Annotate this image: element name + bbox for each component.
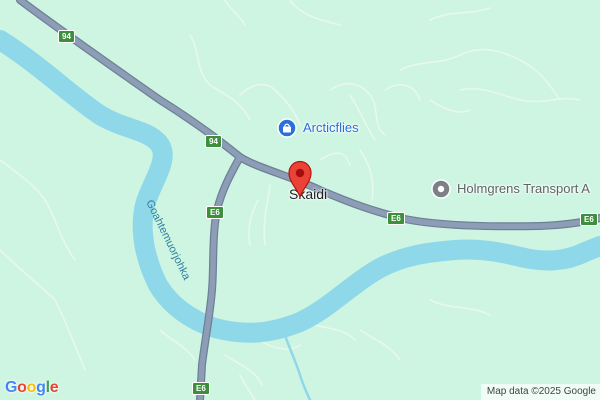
logo-letter: g: [36, 379, 46, 396]
road-shield-e6: E6: [580, 213, 598, 226]
poi-label-holmgrens-transport[interactable]: Holmgrens Transport A: [457, 181, 590, 196]
location-pin-icon[interactable]: [287, 160, 313, 200]
road-shield-94: 94: [58, 30, 75, 43]
logo-letter: o: [17, 379, 27, 396]
logo-letter: e: [49, 379, 59, 396]
logo-letter: G: [5, 379, 18, 396]
shopping-bag-icon[interactable]: [277, 118, 297, 138]
logo-letter: o: [26, 379, 37, 396]
road-shield-e6: E6: [206, 206, 224, 219]
google-logo[interactable]: Google: [5, 379, 59, 397]
road-shield-e6: E6: [387, 212, 405, 225]
road-shield-e6: E6: [192, 382, 210, 395]
map-canvas[interactable]: Goahtemuorjohka 94 94 E6 E6 E6 E6 Arctic…: [0, 0, 600, 400]
poi-label-arcticflies[interactable]: Arcticflies: [303, 120, 359, 135]
poi-dot-icon[interactable]: [431, 179, 451, 199]
road-shield-94: 94: [205, 135, 222, 148]
map-attribution[interactable]: Map data ©2025 Google: [480, 384, 600, 400]
